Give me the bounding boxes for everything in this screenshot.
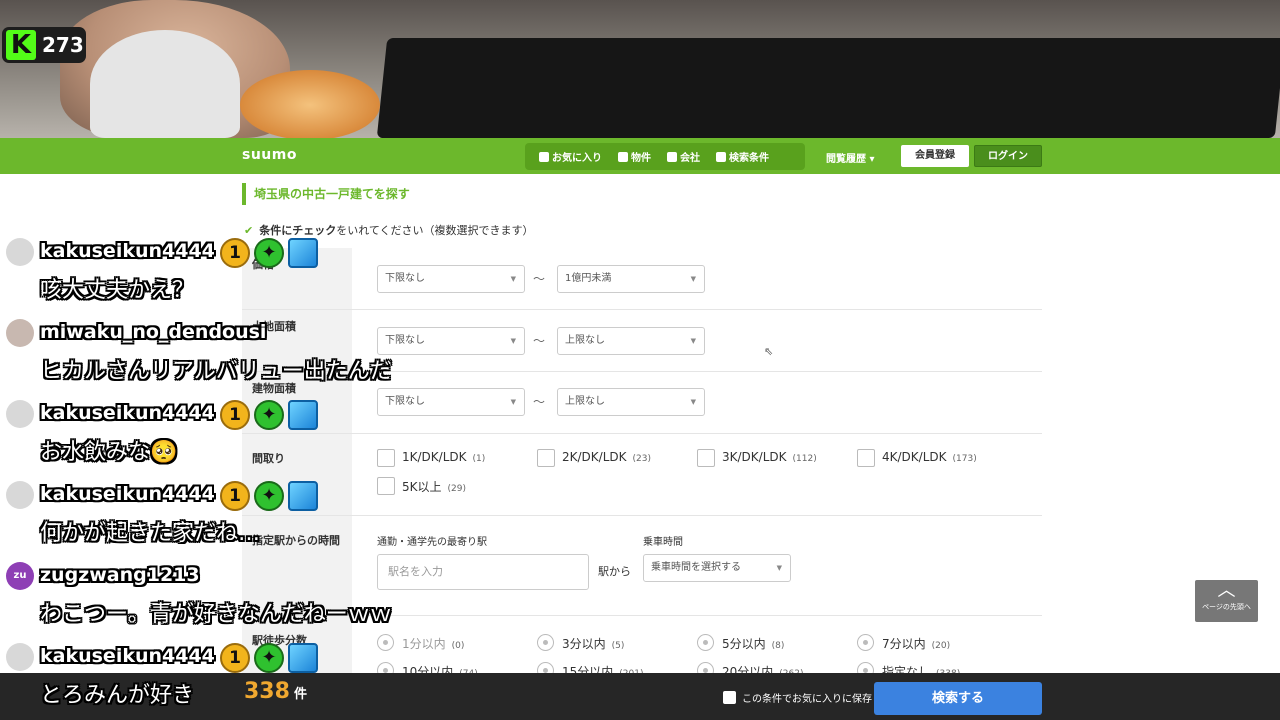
ride-time-select[interactable]: 乗車時間を選択する bbox=[643, 554, 791, 582]
range-separator: 〜 bbox=[533, 334, 546, 348]
keyboard bbox=[376, 38, 1280, 138]
chat-text: ヒカルさんリアルバリュー出たんだ bbox=[40, 359, 392, 384]
walk-radio[interactable] bbox=[537, 634, 554, 651]
chat-text: とろみんが好き bbox=[40, 683, 195, 708]
sparkle-badge-icon: ✦ bbox=[254, 238, 284, 268]
suumo-logo[interactable]: suumo bbox=[242, 147, 297, 163]
page-top-button[interactable]: ︿ ページの先頭へ bbox=[1195, 580, 1258, 622]
walk-option: 7分以内 (20) bbox=[882, 637, 951, 651]
layout-checkbox[interactable] bbox=[697, 449, 715, 467]
viewer-count: 273 bbox=[42, 33, 84, 57]
save-favorite-checkbox[interactable] bbox=[723, 691, 736, 704]
save-favorite-label: この条件でお気に入りに保存 bbox=[742, 694, 872, 705]
chevron-up-icon: ︿ bbox=[1217, 580, 1236, 601]
cube-badge-icon bbox=[288, 238, 318, 268]
chat-username: zugzwang1213 bbox=[40, 564, 200, 586]
sparkle-badge-icon: ✦ bbox=[254, 481, 284, 511]
mouse-cursor-icon: ⇖ bbox=[764, 345, 774, 358]
cube-badge-icon bbox=[288, 481, 318, 511]
layout-checkbox[interactable] bbox=[537, 449, 555, 467]
cube-badge-icon bbox=[288, 400, 318, 430]
avatar: zu bbox=[6, 562, 34, 590]
sparkle-badge-icon: ✦ bbox=[254, 643, 284, 673]
range-separator: 〜 bbox=[533, 395, 546, 409]
home-icon bbox=[618, 151, 628, 162]
register-button[interactable]: 会員登録 bbox=[901, 145, 969, 167]
ride-time-label: 乗車時間 bbox=[643, 537, 683, 548]
rank-badge-icon: 1 bbox=[220, 643, 250, 673]
webcam-feed: K 273 bbox=[0, 0, 1280, 138]
layout-option: 2K/DK/LDK (23) bbox=[562, 450, 651, 464]
rank-badge-icon: 1 bbox=[220, 481, 250, 511]
chat-badges: 1 ✦ bbox=[220, 481, 318, 511]
nav-properties[interactable]: 物件 bbox=[618, 149, 651, 164]
chat-username: miwaku_no_dendousi bbox=[40, 321, 267, 343]
food-bowl bbox=[240, 70, 380, 138]
chat-badges: 1 ✦ bbox=[220, 643, 318, 673]
avatar bbox=[6, 643, 34, 671]
sparkle-badge-icon: ✦ bbox=[254, 400, 284, 430]
layout-option: 3K/DK/LDK (112) bbox=[722, 450, 817, 464]
chat-badges: 1 ✦ bbox=[220, 400, 318, 430]
chat-text: 何かが起きた家だね… bbox=[40, 521, 261, 546]
chat-text: お水飲みな🥺 bbox=[40, 440, 178, 465]
search-button[interactable]: 検索する bbox=[874, 682, 1042, 715]
top-nav-bar: suumo お気に入り 物件 会社 検索条件 閲覧履歴 ▾ 会員登録 ログイン bbox=[0, 138, 1280, 174]
price-max-select[interactable]: 1億円未満 bbox=[557, 265, 705, 293]
building-icon bbox=[667, 151, 677, 162]
chat-username: kakuseikun4444 bbox=[40, 240, 215, 262]
avatar bbox=[6, 238, 34, 266]
chat-text: わこつー。青が好きなんだねーｗｗ bbox=[40, 602, 392, 627]
avatar bbox=[6, 400, 34, 428]
cube-badge-icon bbox=[288, 643, 318, 673]
chat-badges: 1 ✦ bbox=[220, 238, 318, 268]
check-box-icon bbox=[539, 151, 549, 162]
nav-favorites[interactable]: お気に入り bbox=[539, 149, 602, 164]
rank-badge-icon: 1 bbox=[220, 238, 250, 268]
rank-badge-icon: 1 bbox=[220, 400, 250, 430]
chat-overlay: kakuseikun4444 1 ✦ 咳大丈夫かえ？ miwaku_no_dendous… bbox=[0, 236, 480, 720]
page-title: 埼玉県の中古一戸建てを探す bbox=[242, 183, 410, 205]
walk-radio[interactable] bbox=[697, 634, 714, 651]
chat-username: kakuseikun4444 bbox=[40, 645, 215, 667]
viewer-count-badge: K 273 bbox=[2, 27, 86, 63]
walk-radio[interactable] bbox=[857, 634, 874, 651]
login-button[interactable]: ログイン bbox=[974, 145, 1042, 167]
chat-text: 咳大丈夫かえ？ bbox=[40, 278, 195, 303]
search-icon bbox=[716, 151, 726, 162]
nav-company[interactable]: 会社 bbox=[667, 149, 700, 164]
building-area-max-select[interactable]: 上限なし bbox=[557, 388, 705, 416]
walk-option: 5分以内 (8) bbox=[722, 637, 785, 651]
land-area-max-select[interactable]: 上限なし bbox=[557, 327, 705, 355]
main-nav: お気に入り 物件 会社 検索条件 bbox=[525, 143, 805, 170]
layout-option: 4K/DK/LDK (173) bbox=[882, 450, 977, 464]
range-separator: 〜 bbox=[533, 272, 546, 286]
chat-username: kakuseikun4444 bbox=[40, 483, 215, 505]
walk-option: 3分以内 (5) bbox=[562, 637, 625, 651]
chat-username: kakuseikun4444 bbox=[40, 402, 215, 424]
layout-checkbox[interactable] bbox=[857, 449, 875, 467]
kick-logo-icon: K bbox=[6, 30, 36, 60]
avatar bbox=[6, 319, 34, 347]
avatar bbox=[6, 481, 34, 509]
nav-search-conditions[interactable]: 検索条件 bbox=[716, 149, 769, 164]
history-menu[interactable]: 閲覧履歴 ▾ bbox=[826, 150, 875, 165]
from-station-text: 駅から bbox=[598, 565, 631, 578]
mouse-device bbox=[90, 30, 240, 138]
